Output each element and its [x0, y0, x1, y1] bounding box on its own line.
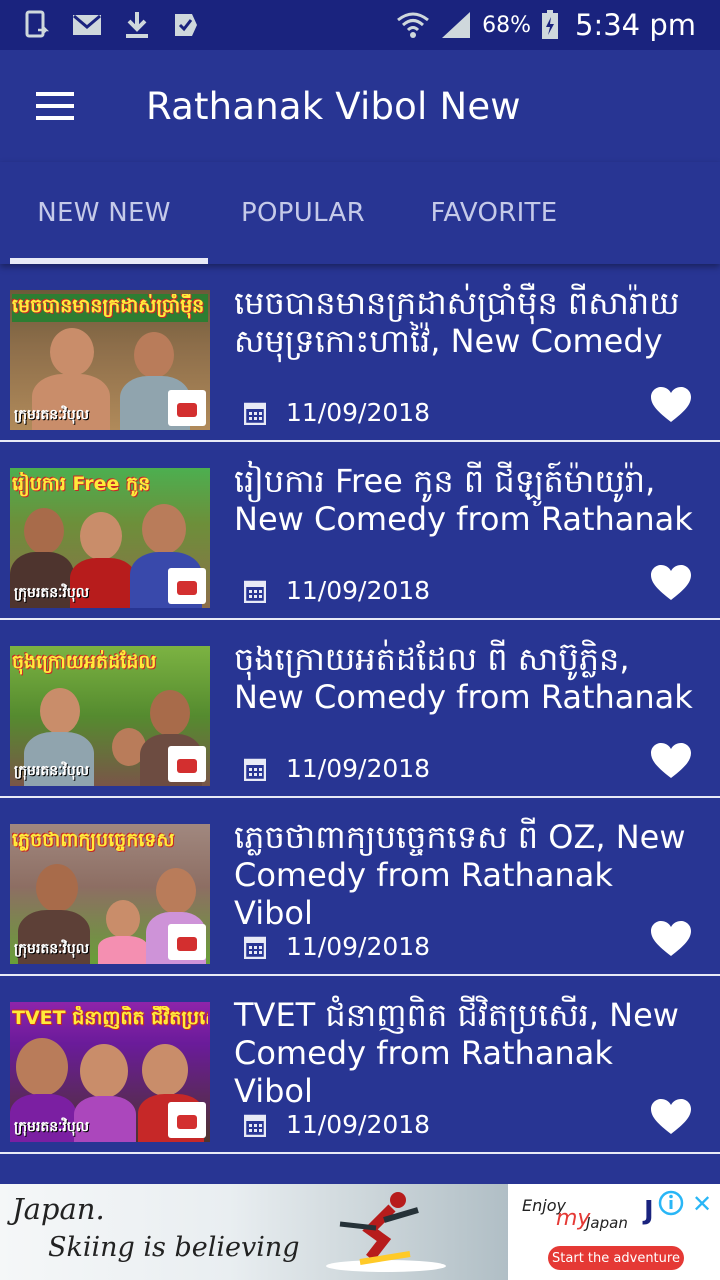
status-bar: 68% 5:34 pm [0, 0, 720, 50]
download-icon [126, 12, 148, 38]
date-label: 11/09/2018 [286, 398, 431, 427]
channel-logo [168, 924, 206, 960]
video-title: ភ្លេចថាពាក្យបច្ចេកទេស ពី OZ, New Comedy … [234, 818, 686, 932]
tab-new-new[interactable]: NEW NEW [0, 162, 208, 264]
tab-label: FAVORITE [430, 198, 558, 228]
ad-banner[interactable]: Japan. Skiing is believing Enjoy my Japa… [0, 1184, 720, 1280]
ad-headline: Japan. [12, 1192, 105, 1226]
video-date: 11/09/2018 [244, 576, 430, 605]
date-label: 11/09/2018 [286, 576, 431, 605]
thumbnail-footer: ក្រុមរតនៈវិបុល [14, 763, 90, 779]
tab-label: POPULAR [241, 198, 365, 228]
favorite-heart-icon[interactable] [650, 742, 692, 780]
hamburger-menu-icon [36, 92, 74, 120]
signal-icon [442, 12, 471, 38]
thumbnail-footer: ក្រុមរតនៈវិបុល [14, 407, 90, 423]
calendar-icon [244, 758, 266, 781]
channel-logo [168, 568, 206, 604]
date-label: 11/09/2018 [286, 932, 431, 961]
battery-percent: 68% [482, 12, 531, 38]
favorite-heart-icon[interactable] [650, 564, 692, 602]
page-title: Rathanak Vibol New [146, 84, 521, 128]
mail-icon [73, 14, 101, 35]
video-date: 11/09/2018 [244, 754, 430, 783]
video-thumbnail[interactable]: ចុងក្រោយអត់ដដែល ក្រុមរតនៈវិបុល [10, 646, 210, 786]
video-date: 11/09/2018 [244, 398, 430, 427]
video-title: រៀបការ Free កូន ពី ជីឡូត៍ម៉ាយូរ៉ា, New C… [234, 462, 693, 538]
task-icon [175, 14, 197, 36]
channel-logo [168, 746, 206, 782]
calendar-icon [244, 1114, 266, 1137]
favorite-heart-icon[interactable] [650, 920, 692, 958]
ad-info-icon[interactable] [658, 1190, 684, 1216]
video-list-item[interactable]: មេចបានមានក្រដាស់ប្រាំម៉ឺន ក្រុមរតនៈវិបុល… [0, 264, 720, 442]
video-title: TVET ជំនាញពិត ជីវិតប្រសើរ, New Comedy fr… [234, 996, 679, 1110]
video-list-item[interactable]: TVET ជំនាញពិត ជីវិតប្រសើរ ក្រុមរតនៈវិបុល… [0, 976, 720, 1154]
video-thumbnail[interactable]: TVET ជំនាញពិត ជីវិតប្រសើរ ក្រុមរតនៈវិបុល [10, 1002, 210, 1142]
video-list[interactable]: មេចបានមានក្រដាស់ប្រាំម៉ឺន ក្រុមរតនៈវិបុល… [0, 264, 720, 1184]
ad-brand-box: Enjoy my Japan J Start the adventure ✕ [508, 1184, 720, 1280]
tab-favorite[interactable]: FAVORITE [398, 162, 590, 264]
video-date: 11/09/2018 [244, 932, 430, 961]
ad-brand-logo: J [644, 1196, 654, 1226]
thumbnail-caption: រៀបការ Free កូន [12, 473, 151, 495]
skier-icon [326, 1192, 446, 1272]
ad-japan-text: Japan [586, 1214, 628, 1232]
thumbnail-footer: ក្រុមរតនៈវិបុល [14, 941, 90, 957]
calendar-icon [244, 580, 266, 603]
video-title: មេចបានមានក្រដាស់ប្រាំម៉ឺន ពីសារ៉ាយសមុទ្រ… [234, 284, 680, 360]
tab-label: NEW NEW [37, 198, 171, 228]
screenshot-icon [25, 10, 50, 38]
video-date: 11/09/2018 [244, 1110, 430, 1139]
wifi-icon [397, 12, 430, 38]
calendar-icon [244, 402, 266, 425]
channel-logo [168, 1102, 206, 1138]
video-title: ចុងក្រោយអត់ដដែល ពី សាប៊ូភ្លិន, New Comed… [234, 640, 693, 716]
tab-indicator [10, 258, 208, 264]
favorite-heart-icon[interactable] [650, 386, 692, 424]
thumbnail-caption: TVET ជំនាញពិត ជីវិតប្រសើរ [12, 1007, 208, 1029]
ad-subline: Skiing is believing [48, 1232, 300, 1263]
ad-image: Japan. Skiing is believing [0, 1184, 510, 1280]
menu-button[interactable] [0, 50, 110, 162]
favorite-heart-icon[interactable] [650, 1098, 692, 1136]
video-thumbnail[interactable]: ភ្លេចថាពាក្យបច្ចេកទេស ក្រុមរតនៈវិបុល [10, 824, 210, 964]
thumbnail-caption: មេចបានមានក្រដាស់ប្រាំម៉ឺន [12, 294, 208, 322]
clock: 5:34 pm [575, 8, 696, 42]
date-label: 11/09/2018 [286, 754, 431, 783]
tab-popular[interactable]: POPULAR [208, 162, 398, 264]
ad-close-icon[interactable]: ✕ [692, 1190, 712, 1218]
channel-logo [168, 390, 206, 426]
thumbnail-caption: ចុងក្រោយអត់ដដែល [12, 651, 157, 673]
calendar-icon [244, 936, 266, 959]
thumbnail-caption: ភ្លេចថាពាក្យបច្ចេកទេស [12, 829, 175, 851]
ad-cta-button[interactable]: Start the adventure [548, 1246, 684, 1270]
thumbnail-footer: ក្រុមរតនៈវិបុល [14, 1119, 90, 1135]
video-thumbnail[interactable]: មេចបានមានក្រដាស់ប្រាំម៉ឺន ក្រុមរតនៈវិបុល [10, 290, 210, 430]
video-thumbnail[interactable]: រៀបការ Free កូន ក្រុមរតនៈវិបុល [10, 468, 210, 608]
thumbnail-footer: ក្រុមរតនៈវិបុល [14, 585, 90, 601]
app-bar: Rathanak Vibol New [0, 50, 720, 162]
tab-bar: NEW NEW POPULAR FAVORITE [0, 162, 720, 264]
video-list-item[interactable]: ភ្លេចថាពាក្យបច្ចេកទេស ក្រុមរតនៈវិបុល ភ្ល… [0, 798, 720, 976]
video-list-item[interactable]: រៀបការ Free កូន ក្រុមរតនៈវិបុល រៀបការ Fr… [0, 442, 720, 620]
video-list-item[interactable]: ចុងក្រោយអត់ដដែល ក្រុមរតនៈវិបុល ចុងក្រោយអ… [0, 620, 720, 798]
date-label: 11/09/2018 [286, 1110, 431, 1139]
battery-charging-icon [542, 10, 558, 39]
